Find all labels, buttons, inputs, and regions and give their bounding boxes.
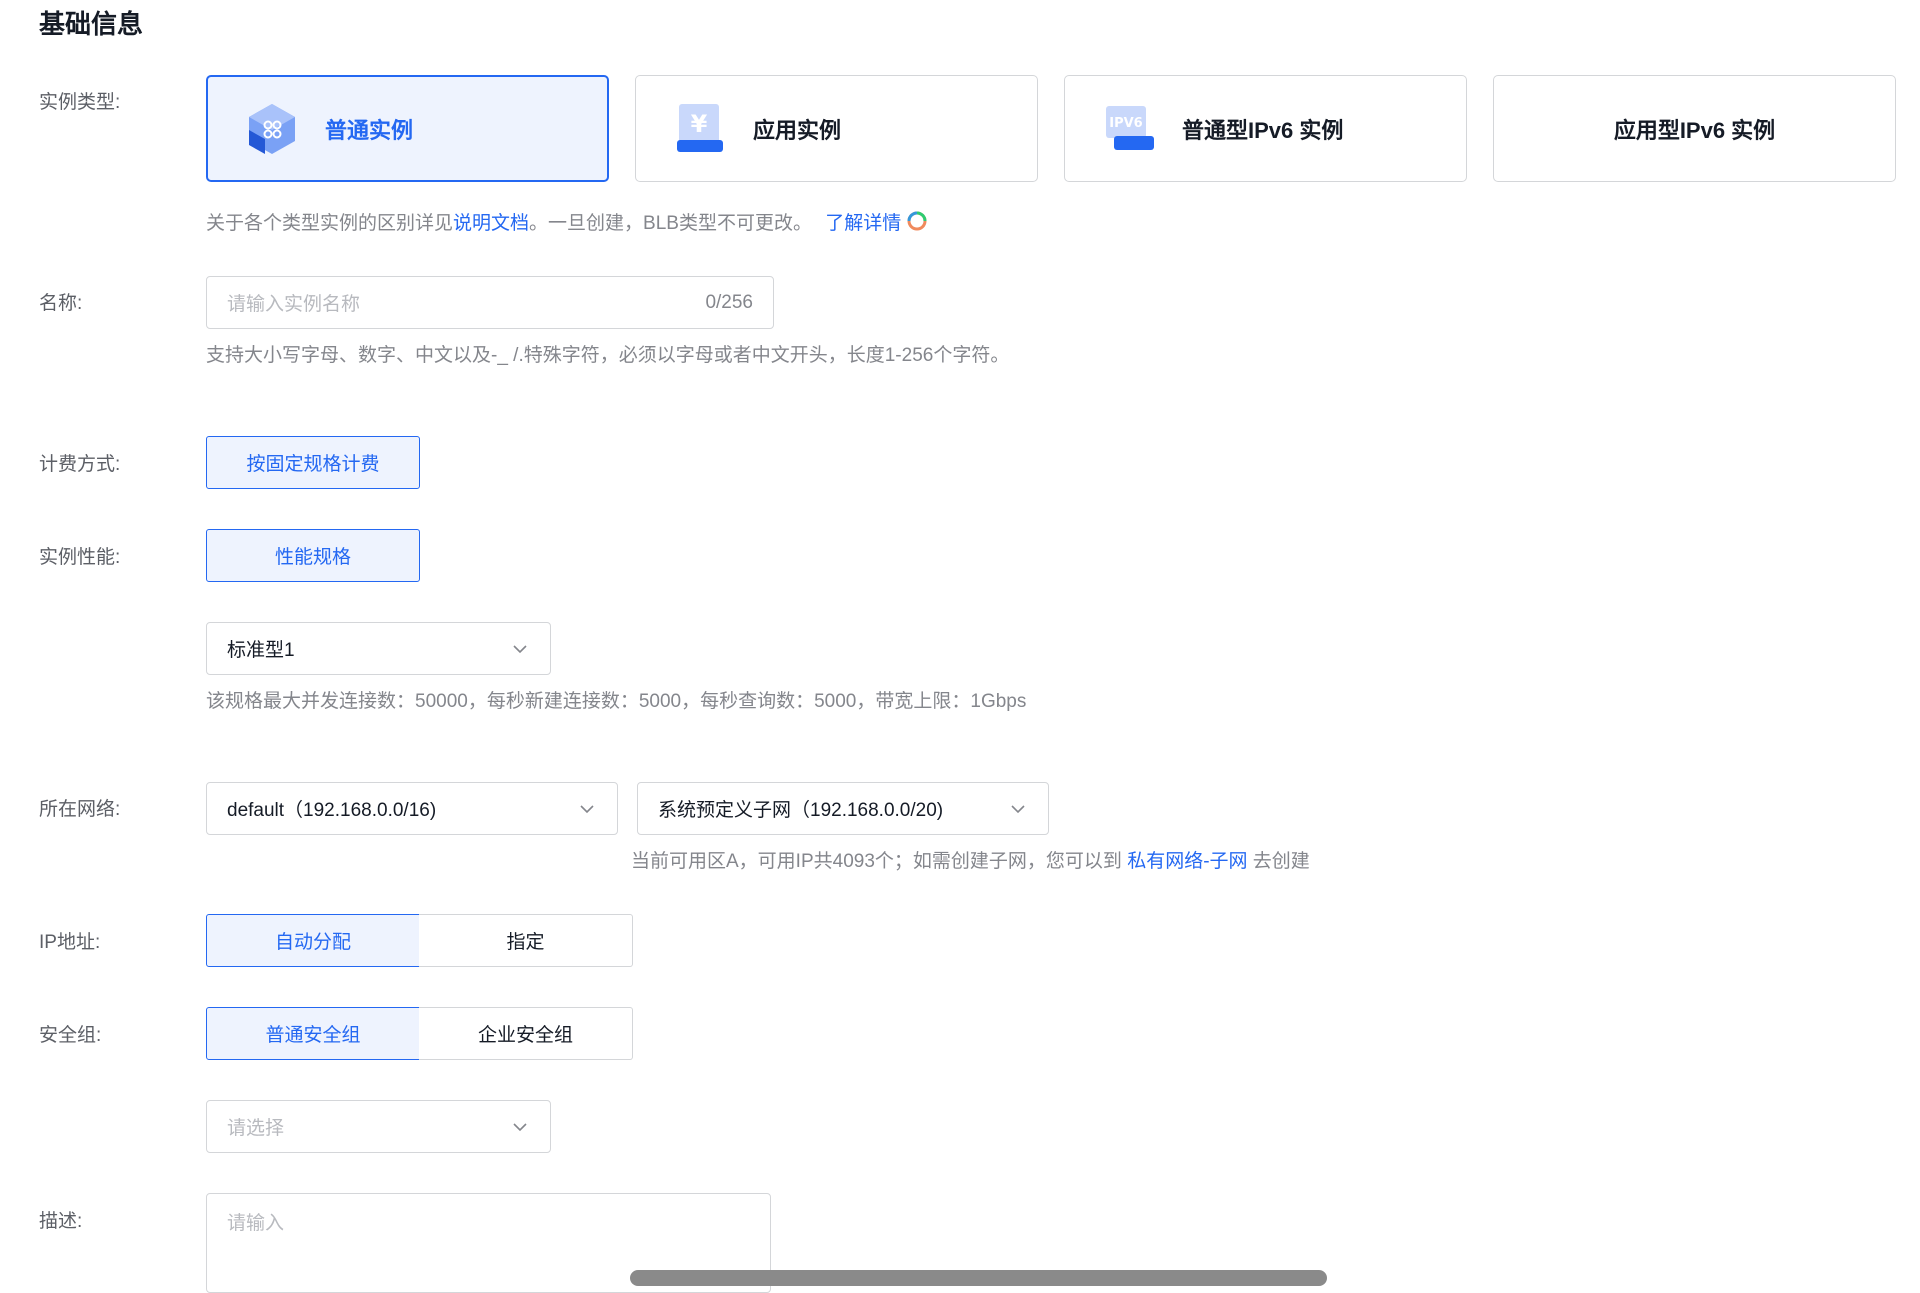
- security-group-select[interactable]: 请选择: [206, 1100, 551, 1153]
- network-label: 所在网络:: [39, 799, 121, 820]
- horizontal-scrollbar[interactable]: [630, 1270, 1327, 1286]
- subnet-select[interactable]: 系统预定义子网（192.168.0.0/20): [637, 782, 1049, 835]
- ipv6-icon: IPV6: [1100, 100, 1158, 158]
- external-link-icon: [907, 211, 927, 237]
- ip-label: IP地址:: [39, 932, 101, 953]
- svg-text:IPV6: IPV6: [1109, 116, 1142, 131]
- instance-type-card-normal[interactable]: 普通实例: [206, 75, 609, 182]
- name-label: 名称:: [39, 293, 83, 314]
- name-placeholder: 请输入实例名称: [227, 294, 361, 315]
- network-hint-suffix: 去创建: [1252, 851, 1310, 872]
- cube-icon: [243, 100, 301, 158]
- billing-label: 计费方式:: [39, 454, 121, 475]
- performance-label: 实例性能:: [39, 547, 121, 568]
- billing-fixed-spec-button[interactable]: 按固定规格计费: [206, 436, 420, 489]
- yuan-icon: ¥: [671, 100, 729, 158]
- chevron-down-icon: [1011, 804, 1025, 813]
- security-normal-button[interactable]: 普通安全组: [206, 1007, 420, 1060]
- spec-select-value: 标准型1: [227, 640, 295, 661]
- vpc-select-value: default（192.168.0.0/16): [227, 800, 437, 821]
- vpc-select[interactable]: default（192.168.0.0/16): [206, 782, 618, 835]
- name-hint: 支持大小写字母、数字、中文以及-_ /.特殊字符，必须以字母或者中文开头，长度1…: [206, 345, 1010, 366]
- subnet-select-value: 系统预定义子网（192.168.0.0/20): [658, 800, 944, 821]
- security-label: 安全组:: [39, 1025, 102, 1046]
- instance-type-card-ipv6-application[interactable]: 应用型IPv6 实例: [1493, 75, 1896, 182]
- instance-hint-middle: 。一旦创建，BLB类型不可更改。: [529, 213, 812, 234]
- description-placeholder: 请输入: [227, 1213, 285, 1234]
- chevron-down-icon: [513, 1122, 527, 1131]
- chevron-down-icon: [513, 644, 527, 653]
- ip-manual-button[interactable]: 指定: [419, 914, 633, 967]
- instance-type-label-normal: 普通实例: [325, 117, 414, 143]
- network-hint: 当前可用区A，可用IP共4093个；如需创建子网，您可以到 私有网络-子网 去创…: [631, 846, 1310, 873]
- chevron-down-icon: [580, 804, 594, 813]
- network-hint-prefix: 当前可用区A，可用IP共4093个；如需创建子网，您可以到: [631, 851, 1122, 872]
- learn-more-link[interactable]: 了解详情: [825, 213, 901, 234]
- name-input[interactable]: 请输入实例名称 0/256: [206, 276, 774, 329]
- name-counter: 0/256: [705, 291, 753, 313]
- instance-type-card-ipv6-normal[interactable]: IPV6 普通型IPv6 实例: [1064, 75, 1467, 182]
- instance-type-label-ipv6-normal: 普通型IPv6 实例: [1182, 117, 1344, 143]
- description-label: 描述:: [39, 1211, 83, 1232]
- security-group-placeholder: 请选择: [227, 1118, 285, 1139]
- instance-hint-prefix: 关于各个类型实例的区别详见: [206, 213, 454, 234]
- section-title: 基础信息: [39, 9, 144, 39]
- ip-auto-button[interactable]: 自动分配: [206, 914, 420, 967]
- instance-type-label: 实例类型:: [39, 92, 121, 113]
- instance-type-label-application: 应用实例: [753, 117, 842, 143]
- svg-text:¥: ¥: [691, 110, 708, 138]
- instance-type-card-application[interactable]: ¥ 应用实例: [635, 75, 1038, 182]
- spec-hint: 该规格最大并发连接数：50000，每秒新建连接数：5000，每秒查询数：5000…: [206, 691, 1027, 712]
- security-enterprise-button[interactable]: 企业安全组: [419, 1007, 633, 1060]
- spec-select[interactable]: 标准型1: [206, 622, 551, 675]
- instance-type-hint: 关于各个类型实例的区别详见说明文档。一旦创建，BLB类型不可更改。 了解详情: [206, 208, 927, 237]
- subnet-link[interactable]: 私有网络-子网: [1127, 851, 1247, 872]
- performance-spec-button[interactable]: 性能规格: [206, 529, 420, 582]
- doc-link[interactable]: 说明文档: [453, 213, 529, 234]
- instance-type-label-ipv6-application: 应用型IPv6 实例: [1613, 117, 1776, 143]
